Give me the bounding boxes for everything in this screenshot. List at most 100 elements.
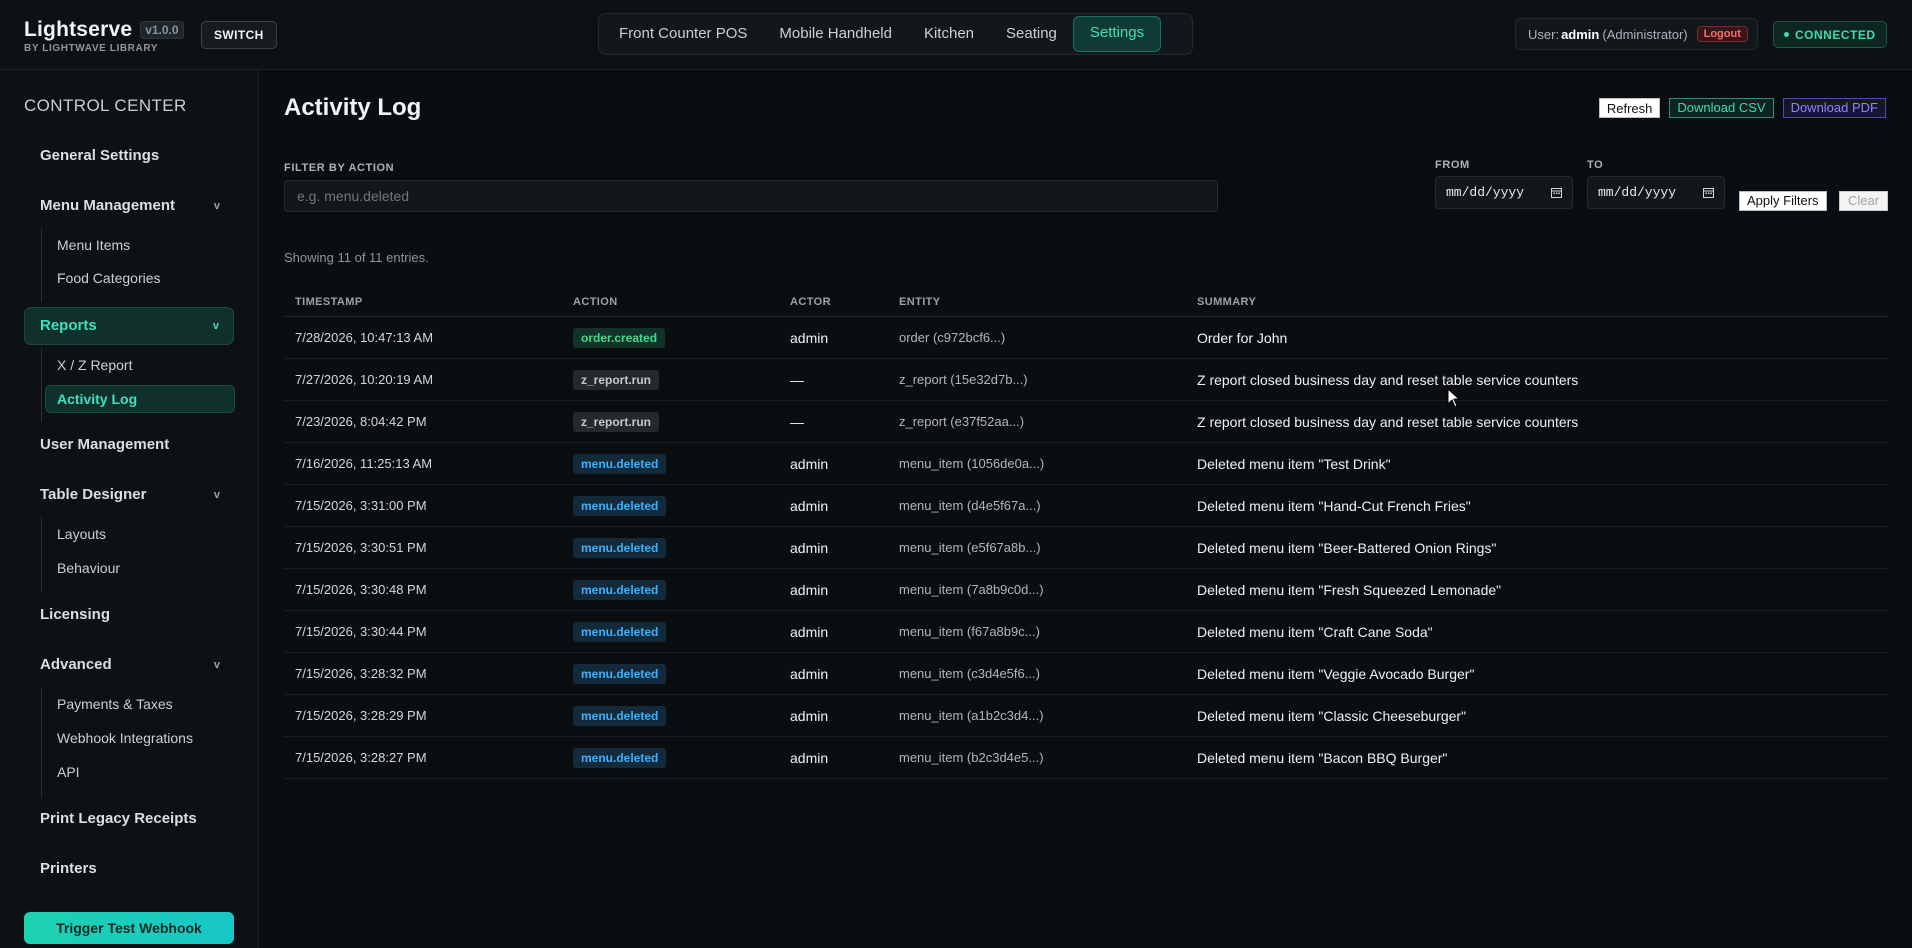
sidebar-subitem-api[interactable]: API [45, 758, 235, 786]
entity-cell: order (c972bcf6...) [899, 330, 1006, 345]
timestamp-cell: 7/15/2026, 3:30:44 PM [295, 624, 427, 639]
version-badge: v1.0.0 [140, 21, 184, 39]
download-pdf-button[interactable]: Download PDF [1782, 98, 1886, 118]
from-date-label: FROM [1435, 159, 1470, 171]
sidebar-subitem-webhook-integrations[interactable]: Webhook Integrations [45, 724, 235, 752]
action-badge: menu.deleted [573, 579, 667, 600]
action-badge: menu.deleted [573, 453, 667, 474]
timestamp-cell: 7/15/2026, 3:28:32 PM [295, 666, 427, 681]
summary-cell: Deleted menu item "Test Drink" [1197, 455, 1391, 472]
sidebar-subitem-layouts[interactable]: Layouts [45, 520, 235, 548]
sidebar-subitem-activity-log[interactable]: Activity Log [45, 385, 235, 413]
switch-button[interactable]: SWITCH [201, 21, 277, 49]
actor-cell: admin [790, 749, 829, 766]
timestamp-cell: 7/23/2026, 8:04:42 PM [295, 414, 427, 429]
from-date-placeholder: mm/dd/yyyy [1446, 185, 1525, 200]
tab-kitchen[interactable]: Kitchen [908, 17, 990, 51]
table-body: 7/28/2026, 10:47:13 AM order.created admin… [284, 317, 1888, 779]
actor-cell: admin [790, 455, 829, 472]
sidebar-item-label: Advanced [40, 656, 112, 673]
sidebar-item-print-legacy-receipts[interactable]: Print Legacy Receipts [24, 800, 234, 838]
apply-filters-button[interactable]: Apply Filters [1739, 191, 1827, 211]
timestamp-cell: 7/15/2026, 3:30:48 PM [295, 582, 427, 597]
summary-cell: Deleted menu item "Fresh Squeezed Lemona… [1197, 581, 1502, 598]
user-info: User: admin (Administrator) Logout [1515, 18, 1758, 50]
connection-status-badge: CONNECTED [1773, 21, 1887, 48]
sidebar-item-table-designer[interactable]: Table Designer v [24, 476, 234, 514]
tab-settings[interactable]: Settings [1072, 16, 1162, 52]
user-role: (Administrator) [1602, 26, 1688, 42]
sidebar-subitem-payments-taxes[interactable]: Payments & Taxes [45, 690, 235, 718]
action-cell: menu.deleted [568, 747, 785, 768]
table-row: 7/15/2026, 3:30:51 PM menu.deleted admin me… [284, 527, 1888, 569]
sidebar-item-general-settings[interactable]: General Settings [24, 137, 234, 175]
logout-button[interactable]: Logout [1696, 26, 1748, 42]
actor-cell: admin [790, 497, 829, 514]
mouse-cursor-icon [1447, 388, 1461, 408]
sidebar-subitem-menu-items[interactable]: Menu Items [45, 231, 235, 259]
action-filter-input[interactable] [284, 180, 1218, 212]
brand: Lightserve v1.0.0 BY LIGHTWAVE LIBRARY [24, 18, 184, 54]
sidebar-item-label: Print Legacy Receipts [40, 810, 197, 827]
entity-cell: menu_item (e5f67a8b...) [899, 540, 1041, 555]
sidebar-item-label: Menu Management [40, 197, 176, 214]
tab-mobile-handheld[interactable]: Mobile Handheld [763, 17, 908, 51]
clear-filters-button[interactable]: Clear [1839, 191, 1889, 211]
table-row: 7/16/2026, 11:25:13 AM menu.deleted admin m… [284, 443, 1888, 485]
chevron-down-icon: v [213, 489, 220, 501]
table-row: 7/15/2026, 3:28:27 PM menu.deleted admin me… [284, 737, 1888, 779]
brand-name: Lightserve [24, 18, 133, 41]
actor-cell: admin [790, 623, 829, 640]
status-dot-icon [1784, 32, 1789, 37]
action-badge: menu.deleted [573, 537, 667, 558]
action-badge: menu.deleted [573, 495, 667, 516]
table-row: 7/28/2026, 10:47:13 AM order.created admin… [284, 317, 1888, 359]
trigger-test-webhook-button[interactable]: Trigger Test Webhook [24, 912, 234, 944]
filter-action-label: FILTER BY ACTION [284, 162, 395, 174]
connection-status-label: CONNECTED [1795, 27, 1876, 42]
calendar-icon[interactable] [1703, 187, 1714, 198]
sidebar-item-advanced[interactable]: Advanced v [24, 646, 234, 684]
timestamp-cell: 7/16/2026, 11:25:13 AM [295, 456, 433, 471]
submenu-guide-line [41, 348, 42, 422]
brand-subtitle: BY LIGHTWAVE LIBRARY [24, 43, 159, 54]
sidebar-item-menu-management[interactable]: Menu Management v [24, 187, 234, 225]
table-row: 7/15/2026, 3:28:29 PM menu.deleted admin me… [284, 695, 1888, 737]
col-header-summary: SUMMARY [1197, 296, 1257, 308]
action-cell: menu.deleted [568, 453, 785, 474]
entity-cell: menu_item (f67a8b9c...) [899, 624, 1040, 639]
summary-cell: Deleted menu item "Bacon BBQ Burger" [1197, 749, 1448, 766]
to-date-input[interactable]: mm/dd/yyyy [1587, 176, 1725, 209]
sidebar: CONTROL CENTER General Settings Menu Man… [0, 70, 259, 948]
entity-cell: z_report (e37f52aa...) [899, 414, 1025, 429]
sidebar-item-user-management[interactable]: User Management [24, 426, 234, 464]
download-csv-button[interactable]: Download CSV [1669, 98, 1774, 118]
sidebar-subitem-xz-report[interactable]: X / Z Report [45, 351, 235, 379]
refresh-button[interactable]: Refresh [1598, 98, 1661, 118]
sidebar-item-licensing[interactable]: Licensing [24, 596, 234, 634]
calendar-icon[interactable] [1551, 187, 1562, 198]
from-date-input[interactable]: mm/dd/yyyy [1435, 176, 1573, 209]
to-date-label: TO [1587, 159, 1604, 171]
actor-cell: admin [790, 665, 829, 682]
sidebar-item-printers[interactable]: Printers [24, 850, 234, 888]
action-cell: order.created [568, 327, 785, 348]
sidebar-item-reports[interactable]: Reports v [24, 307, 234, 345]
actor-cell: — [790, 371, 804, 388]
entity-cell: menu_item (1056de0a...) [899, 456, 1045, 471]
to-date-placeholder: mm/dd/yyyy [1598, 185, 1677, 200]
action-cell: menu.deleted [568, 705, 785, 726]
sidebar-subitem-food-categories[interactable]: Food Categories [45, 264, 235, 292]
activity-log-table: TIMESTAMP ACTION ACTOR ENTITY SUMMARY 7/… [284, 296, 1888, 779]
submenu-guide-line [41, 517, 42, 593]
top-bar: Lightserve v1.0.0 BY LIGHTWAVE LIBRARY S… [0, 0, 1912, 70]
tab-seating[interactable]: Seating [990, 17, 1073, 51]
tab-front-counter-pos[interactable]: Front Counter POS [603, 17, 763, 51]
user-name: admin [1561, 26, 1600, 42]
action-badge: order.created [573, 327, 666, 348]
sidebar-item-label: Printers [40, 860, 97, 877]
sidebar-subitem-behaviour[interactable]: Behaviour [45, 554, 235, 582]
timestamp-cell: 7/28/2026, 10:47:13 AM [295, 330, 434, 345]
action-cell: menu.deleted [568, 579, 785, 600]
summary-cell: Deleted menu item "Hand-Cut French Fries… [1197, 497, 1471, 514]
